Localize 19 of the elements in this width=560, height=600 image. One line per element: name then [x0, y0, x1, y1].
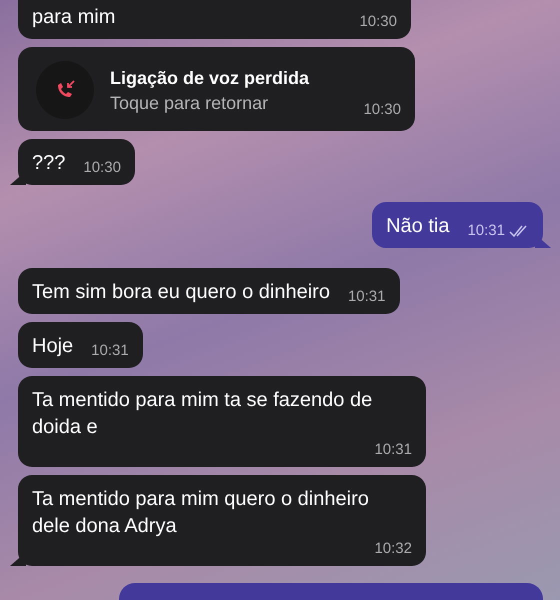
message-text: ???	[32, 151, 66, 176]
message-text: Tem sim bora eu quero o dinheiro	[32, 280, 330, 305]
message-text: Hoje	[32, 334, 74, 359]
missed-call-bubble[interactable]: Ligação de voz perdida Toque para retornar 10:30	[18, 47, 415, 131]
message-text: Ta mentido para mim ta se fazendo de doida e	[32, 388, 374, 440]
message-text: para mim	[32, 5, 116, 30]
message-time: 10:31	[467, 222, 505, 240]
message-time: 10:31	[374, 441, 412, 459]
message-time: 10:30	[83, 159, 121, 177]
message-time: 10:30	[359, 13, 397, 31]
message-time: 10:31	[91, 342, 129, 360]
call-title: Ligação de voz perdida	[110, 67, 310, 90]
message-time: 10:31	[348, 288, 386, 306]
missed-call-icon	[36, 61, 94, 119]
message-text: Ta mentido para mim quero o dinheiro dele dona Adrya	[32, 487, 370, 539]
message-text: Não tia	[386, 214, 450, 239]
call-subtitle: Toque para retornar	[110, 92, 270, 115]
message-time: 10:32	[374, 540, 412, 558]
message-time: 10:30	[363, 101, 401, 119]
